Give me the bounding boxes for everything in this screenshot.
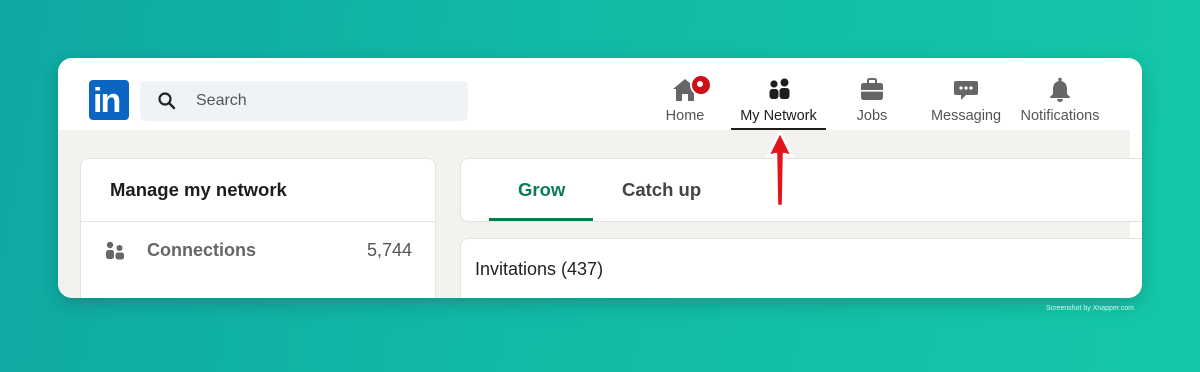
nav-home-label: Home [665, 108, 705, 124]
search-icon [158, 92, 176, 110]
connections-row[interactable]: Connections 5,744 [81, 222, 435, 282]
connections-count: 5,744 [366, 240, 412, 260]
chat-icon [954, 81, 978, 100]
nav-notifications-label: Notifications [1020, 108, 1100, 124]
notification-badge [690, 74, 712, 96]
linkedin-window: in Home My Network [58, 58, 1142, 298]
nav-jobs-label: Jobs [856, 108, 888, 124]
manage-network-panel: Manage my network Connections 5,744 [80, 158, 436, 298]
connections-label: Connections [147, 240, 257, 260]
bell-icon [1050, 77, 1070, 102]
network-tabs-panel: Grow Catch up [460, 158, 1142, 222]
connections-icon [106, 241, 124, 260]
nav-my-network[interactable]: My Network [731, 68, 826, 128]
nav-messaging[interactable]: Messaging [928, 68, 1004, 128]
invitations-title[interactable]: Invitations (437) [475, 259, 603, 280]
linkedin-logo[interactable]: in [89, 80, 129, 120]
search-input[interactable] [196, 81, 456, 121]
active-tab-indicator [489, 218, 593, 221]
red-arrow-annotation [766, 130, 794, 208]
invitations-panel: Invitations (437) [460, 238, 1142, 298]
my-network-icon [769, 78, 789, 99]
nav-notifications[interactable]: Notifications [1016, 68, 1104, 128]
tab-grow[interactable]: Grow [518, 179, 565, 201]
nav-my-network-label: My Network [740, 108, 817, 124]
briefcase-icon [861, 78, 883, 100]
search-box[interactable] [140, 81, 468, 121]
tab-catch-up[interactable]: Catch up [622, 179, 701, 201]
top-navigation-bar: in Home My Network [58, 58, 1142, 130]
logo-text: in [93, 82, 121, 120]
nav-messaging-label: Messaging [930, 108, 1002, 124]
screenshot-credit: Screenshot by Xnapper.com [1046, 305, 1134, 312]
manage-network-title: Manage my network [110, 179, 287, 200]
nav-jobs[interactable]: Jobs [842, 68, 902, 128]
